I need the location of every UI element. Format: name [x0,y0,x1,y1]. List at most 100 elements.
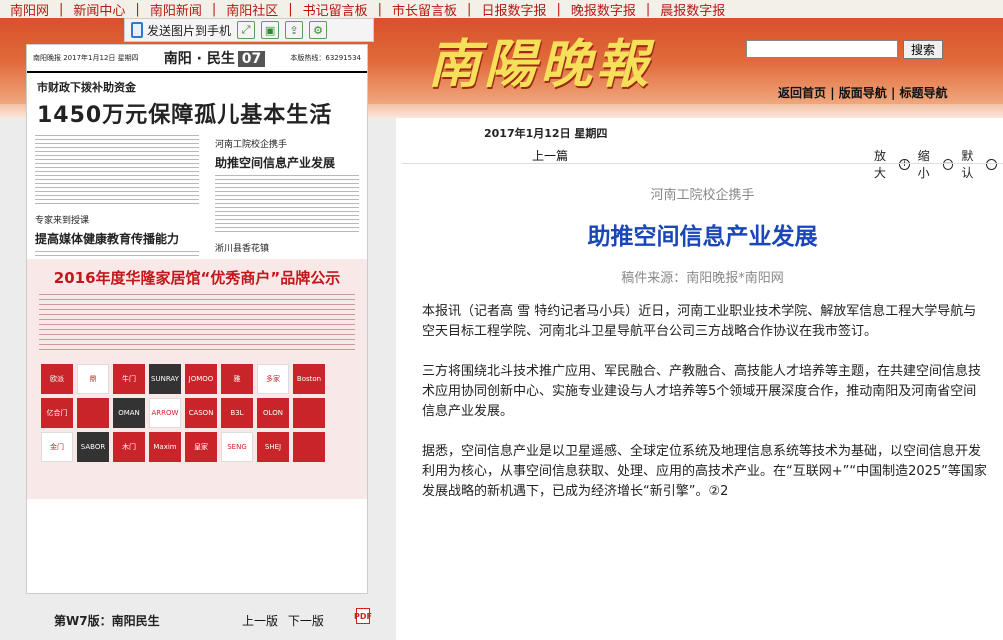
next-page-link[interactable]: 下一版 [288,614,324,628]
nav-separator: | [556,1,561,17]
ad-brand-tile: SHEJ [257,432,289,462]
text-block [215,175,359,235]
page-nav: 上一版 下一版 [242,612,324,629]
page-head-left: 南阳晚报 2017年1月12日 星期四 [33,54,139,62]
zoom-out-label[interactable]: 缩小 [918,147,941,181]
link-separator: | [890,86,900,100]
send-to-phone-label: 发送图片到手机 [147,23,232,38]
article-paragraph: 据悉，空间信息产业是以卫星遥感、全球定位系统及地理信息系统等技术为基础，以空间信… [422,444,987,499]
story3-title[interactable]: 提高媒体健康教育传播能力 [27,226,207,249]
ad-brand-tile: Boston [293,364,325,394]
ad-brand-tile: Maxim [149,432,181,462]
divider [402,163,1003,164]
ad-brand-tile: SABOR [77,432,109,462]
page-image[interactable]: 南阳晚报 2017年1月12日 星期四 南阳 · 民生 07 本版热线：6329… [26,44,368,594]
ad-brand-tile: 亿合门 [41,398,73,428]
ad-brand-tile: 雅 [221,364,253,394]
ad-brand-tile: 欧派 [41,364,73,394]
image-toolbar: 发送图片到手机 ⤢ ▣ ⇪ ⚙ [124,18,374,42]
ad-brand-tile: 皇家 [185,432,217,462]
ad-brand-tile: SUNRAY [149,364,181,394]
ad-brand-tile: B3L [221,398,253,428]
page-number: 07 [237,51,266,67]
ad-brand-tile: ARROW [149,398,181,428]
ad-brand-tile [77,398,109,428]
ad-brand-tile: 多家 [257,364,289,394]
home-link[interactable]: 返回首页 [778,86,826,100]
ad-brand-tile [293,432,325,462]
nav-separator: | [211,1,217,17]
top-nav-link[interactable]: 新闻中心 [73,0,125,19]
top-nav-link[interactable]: 南阳新闻 [150,0,202,19]
zoom-controls: 放大 + 缩小 − 默认 [874,147,1003,181]
link-separator: | [830,86,839,100]
top-nav: 南阳网 | 新闻中心 | 南阳新闻 | 南阳社区 | 书记留言板 | 市长留言板 | 日报数字报 | 晚报数… [0,0,1003,19]
search-button[interactable]: 搜索 [903,40,943,59]
top-nav-link[interactable]: 晚报数字报 [571,0,636,19]
ad-brand-grid: 欧派鼎牛门 SUNRAY JOMOO 雅多家 Boston 亿合门 OMAN ARROW CAS… [27,360,367,466]
ad-brand-tile: JOMOO [185,364,217,394]
nav-separator: | [135,1,140,17]
article-title: 助推空间信息产业发展 [587,224,818,250]
ad-brand-tile: OMAN [113,398,145,428]
ad-brand-tile: 鼎 [77,364,109,394]
header-links: 返回首页 | 版面导航 | 标题导航 [778,84,948,101]
text-block [35,135,199,207]
top-nav-link[interactable]: 晨报数字报 [660,0,725,19]
top-nav-link[interactable]: 书记留言板 [303,0,368,19]
article-body: 本报讯（记者高 雪 特约记者马小兵）近日，河南工业职业技术学院、解放军信息工程大… [422,302,988,522]
page-hotline: 本版热线：63291534 [290,54,361,62]
nav-separator: | [467,1,472,17]
ad-brand-tile: OLON [257,398,289,428]
zoom-in-label[interactable]: 放大 [874,147,897,181]
article-date: 2017年1月12日 星期四 [484,127,608,140]
top-nav-link[interactable]: 市长留言板 [392,0,457,19]
save-icon[interactable]: ▣ [261,21,280,39]
nav-separator: | [645,1,651,17]
zoom-default-icon[interactable] [986,158,997,170]
advertisement[interactable]: 2016年度华隆家居馆“优秀商户”品牌公示 欧派鼎牛门 SUNRAY JOMOO 雅多… [27,259,367,499]
top-nav-link[interactable]: 南阳网 [10,0,49,19]
story3-kicker: 专家来到授课 [35,216,90,226]
article-paragraph: 三方将围绕北斗技术推广应用、军民融合、产教融合、高技能人才培养等主题，在共建空间… [422,364,982,419]
newspaper-logo[interactable]: 南陽晚報 [428,22,652,97]
top-nav-link[interactable]: 日报数字报 [481,0,546,19]
ad-brand-tile: 金门 [41,432,73,462]
ad-brand-tile: 木门 [113,432,145,462]
page-headline[interactable]: 1450万元保障孤儿基本生活 [27,95,367,133]
nav-separator: | [59,1,64,17]
ad-brand-tile: SENG [221,432,253,462]
settings-icon[interactable]: ⚙ [309,21,328,39]
story2-title[interactable]: 助推空间信息产业发展 [207,150,367,173]
expand-icon[interactable]: ⤢ [237,21,256,39]
share-icon[interactable]: ⇪ [285,21,304,39]
prev-page-link[interactable]: 上一版 [242,614,278,628]
nav-separator: | [377,1,383,17]
layout-nav-link[interactable]: 版面导航 [839,86,887,100]
title-nav-link[interactable]: 标题导航 [900,86,948,100]
article-paragraph: 本报讯（记者高 雪 特约记者马小兵）近日，河南工业职业技术学院、解放军信息工程大… [422,304,977,339]
nav-separator: | [288,1,293,17]
page-label: 第W7版：南阳民生 [54,614,160,628]
story2-kicker: 河南工院校企携手 [215,140,288,150]
zoom-in-icon[interactable]: + [899,158,910,170]
article-kicker: 河南工院校企携手 [650,188,755,203]
prev-article-link[interactable]: 上一篇 [532,147,568,164]
top-nav-link[interactable]: 南阳社区 [226,0,278,19]
send-to-phone-button[interactable]: 发送图片到手机 [131,22,231,39]
phone-icon [131,22,143,38]
ad-brand-tile [293,398,325,428]
ad-title: 2016年度华隆家居馆“优秀商户”品牌公示 [53,269,341,287]
story4-kicker: 淅川县香花镇 [215,244,270,254]
ad-brand-tile: 牛门 [113,364,145,394]
ad-brand-tile: CASON [185,398,217,428]
page-section: 南阳 · 民生 [163,51,235,67]
page-head: 南阳晚报 2017年1月12日 星期四 南阳 · 民生 07 本版热线：6329… [27,45,367,73]
article-source: 稿件来源：南阳晚报*南阳网 [621,271,784,286]
search-input[interactable] [746,40,898,58]
pdf-icon[interactable]: PDF [354,608,372,624]
page-kicker: 市财政下拨补助资金 [37,81,136,94]
zoom-out-icon[interactable]: − [942,158,954,170]
ad-text [39,294,355,354]
zoom-default-label[interactable]: 默认 [961,147,984,181]
